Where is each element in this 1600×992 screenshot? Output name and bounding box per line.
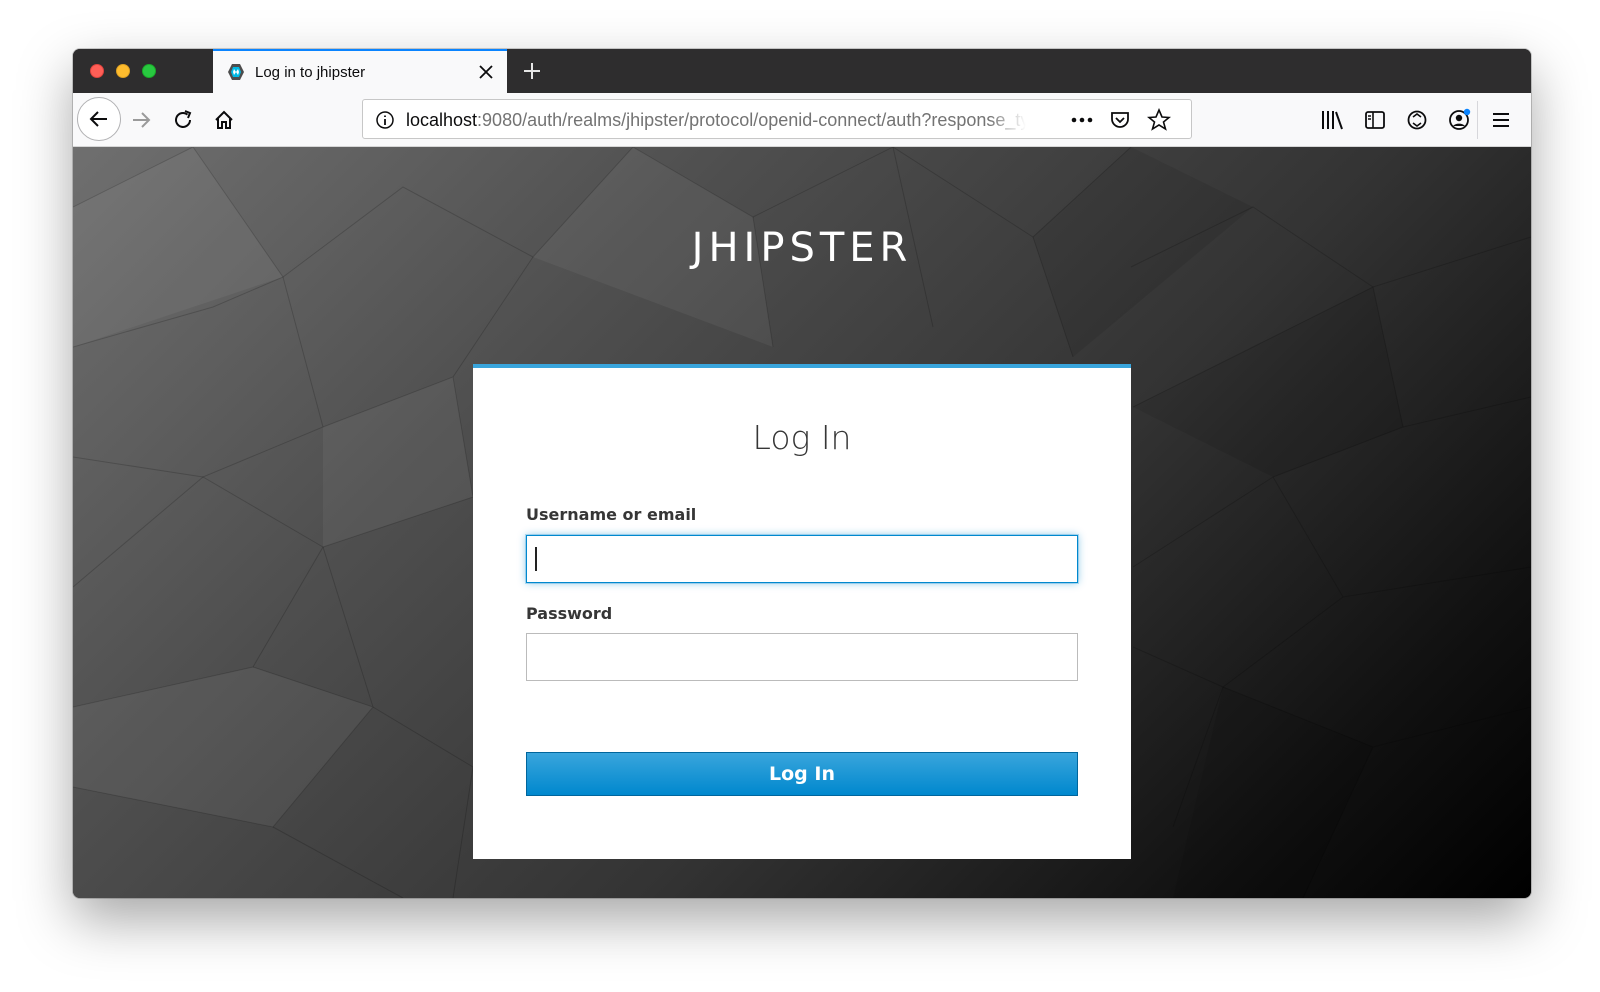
forward-icon — [133, 112, 151, 128]
menu-icon[interactable] — [1489, 108, 1513, 132]
username-input[interactable] — [526, 535, 1078, 583]
new-tab-icon[interactable] — [521, 60, 543, 82]
page-content: JHIPSTER Log In Username or email Passwo… — [73, 147, 1531, 898]
text-caret — [535, 547, 537, 571]
url-host: localhost — [406, 110, 478, 130]
tab-active[interactable]: Log in to jhipster — [213, 49, 507, 93]
zoom-window-button[interactable] — [142, 64, 156, 78]
tab-strip: Log in to jhipster — [73, 49, 1531, 93]
keycloak-favicon-icon — [228, 64, 244, 80]
realm-brand-title: JHIPSTER — [691, 225, 913, 271]
page-actions-icon[interactable] — [1069, 112, 1095, 128]
pocket-icon[interactable] — [1109, 109, 1131, 131]
sidebar-icon[interactable] — [1363, 108, 1387, 132]
tab-title: Log in to jhipster — [255, 64, 366, 81]
back-button[interactable] — [77, 97, 121, 141]
url-bar[interactable]: localhost:9080/auth/realms/jhipster/prot… — [362, 99, 1192, 139]
reload-button[interactable] — [170, 107, 196, 133]
login-card: Log In Username or email Password Log In — [473, 364, 1131, 859]
back-icon — [89, 111, 107, 127]
password-input[interactable] — [526, 633, 1078, 681]
reload-icon — [175, 110, 192, 128]
account-icon[interactable] — [1447, 107, 1473, 133]
url-text: localhost:9080/auth/realms/jhipster/prot… — [406, 110, 1026, 131]
toolbar-separator — [1477, 101, 1478, 139]
sync-icon[interactable] — [1405, 108, 1429, 132]
login-button[interactable]: Log In — [526, 752, 1078, 796]
browser-window: Log in to jhipster localhost:9080/auth/r… — [73, 49, 1531, 898]
username-label: Username or email — [526, 505, 697, 524]
close-window-button[interactable] — [90, 64, 104, 78]
url-path: :9080/auth/realms/jhipster/protocol/open… — [477, 110, 1026, 130]
minimize-window-button[interactable] — [116, 64, 130, 78]
password-label: Password — [526, 604, 613, 623]
home-icon — [215, 110, 233, 129]
forward-button[interactable] — [128, 107, 154, 133]
login-title: Log In — [752, 418, 852, 457]
bookmark-star-icon[interactable] — [1147, 108, 1171, 132]
page-info-icon[interactable] — [375, 110, 395, 130]
home-button[interactable] — [211, 107, 237, 133]
library-icon[interactable] — [1320, 108, 1346, 132]
close-tab-icon[interactable] — [477, 63, 495, 81]
navigation-toolbar: localhost:9080/auth/realms/jhipster/prot… — [73, 93, 1531, 147]
